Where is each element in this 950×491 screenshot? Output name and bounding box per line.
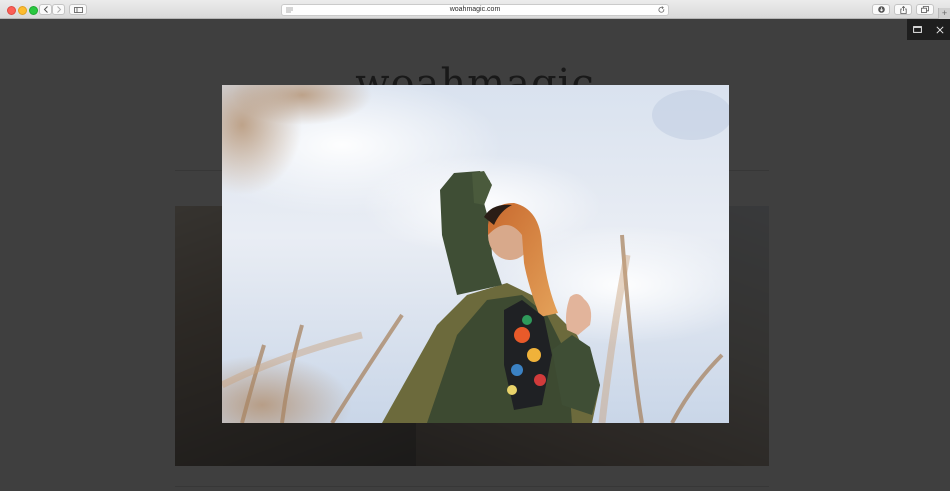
expand-icon (913, 26, 922, 33)
window-minimize-button[interactable] (18, 6, 27, 15)
reload-icon[interactable] (658, 6, 665, 14)
share-icon (899, 5, 907, 14)
close-icon (935, 25, 944, 34)
chevron-right-icon (56, 6, 61, 13)
browser-toolbar: woahmagic.com + (0, 0, 950, 19)
back-button[interactable] (39, 4, 52, 15)
forward-button[interactable] (52, 4, 65, 15)
download-icon (877, 6, 885, 13)
share-button[interactable] (894, 4, 912, 15)
new-tab-button[interactable]: + (938, 8, 950, 19)
sidebar-button[interactable] (69, 4, 87, 15)
lightbox-close-button[interactable] (929, 19, 950, 40)
url-text: woahmagic.com (449, 6, 501, 13)
downloads-button[interactable] (872, 4, 890, 15)
window-zoom-button[interactable] (29, 6, 38, 15)
tab-overview-button[interactable] (916, 4, 934, 15)
address-bar[interactable]: woahmagic.com (281, 4, 669, 16)
tabs-overview-icon (921, 6, 929, 13)
lightbox-controls (907, 19, 950, 40)
sidebar-icon (73, 6, 83, 13)
lightbox-photo[interactable] (222, 85, 729, 423)
lightbox-expand-button[interactable] (907, 19, 928, 40)
window-close-button[interactable] (7, 6, 16, 15)
chevron-left-icon (43, 6, 48, 13)
